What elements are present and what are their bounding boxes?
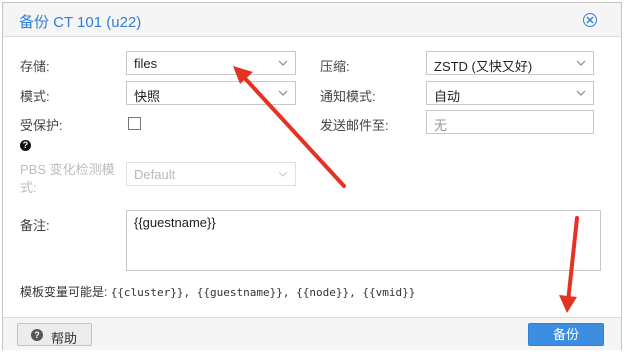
notes-label: 备注:: [20, 218, 50, 233]
storage-select[interactable]: files: [126, 51, 296, 75]
dialog-body: 存储: files 模式: 快照 受保护: ? PBS 变化检测模 式: Def…: [3, 37, 621, 317]
send-mail-label: 发送邮件至:: [320, 118, 389, 133]
protected-label: 受保护:: [20, 118, 63, 133]
help-button-label: 帮助: [51, 331, 78, 346]
protected-checkbox[interactable]: [128, 117, 141, 130]
pbs-change-value: Default: [134, 167, 176, 182]
question-icon: ?: [31, 329, 43, 341]
notify-mode-value: 自动: [434, 89, 461, 104]
send-mail-input[interactable]: 无: [426, 110, 594, 134]
close-icon[interactable]: [583, 13, 597, 27]
pbs-change-select[interactable]: Default: [126, 162, 296, 186]
template-vars: 模板变量可能是: {{cluster}}, {{guestname}}, {{n…: [20, 283, 415, 300]
notify-mode-label: 通知模式:: [320, 89, 376, 104]
compression-select[interactable]: ZSTD (又快又好): [426, 51, 594, 75]
dialog-footer: ? 帮助 备份: [3, 317, 621, 350]
send-mail-placeholder: 无: [434, 118, 448, 133]
chevron-down-icon: [576, 60, 586, 66]
chevron-down-icon: [278, 90, 288, 96]
pbs-change-label-line2: 式:: [20, 180, 37, 195]
storage-label: 存储:: [20, 59, 50, 74]
mode-value: 快照: [134, 89, 161, 104]
template-vars-list: {{cluster}}, {{guestname}}, {{node}}, {{…: [110, 286, 416, 299]
compression-value: ZSTD (又快又好): [434, 59, 533, 74]
notes-textarea[interactable]: {{guestname}}: [126, 210, 601, 271]
mode-select[interactable]: 快照: [126, 81, 296, 105]
notify-mode-select[interactable]: 自动: [426, 81, 594, 105]
compression-label: 压缩:: [320, 59, 350, 74]
storage-value: files: [134, 56, 158, 71]
chevron-down-icon: [278, 60, 288, 66]
dialog-titlebar: 备份 CT 101 (u22): [3, 3, 621, 37]
template-vars-label: 模板变量可能是:: [20, 285, 108, 299]
help-button[interactable]: ? 帮助: [17, 323, 92, 346]
mode-label: 模式:: [20, 89, 50, 104]
pbs-change-label-line1: PBS 变化检测模: [20, 162, 115, 177]
backup-button[interactable]: 备份: [528, 323, 604, 346]
dialog-title: 备份 CT 101 (u22): [19, 14, 142, 31]
question-icon: ?: [20, 140, 31, 151]
backup-dialog: 备份 CT 101 (u22) 存储: files 模式: 快照 受保护: ? …: [2, 2, 622, 350]
chevron-down-icon: [576, 90, 586, 96]
chevron-down-icon: [278, 171, 288, 177]
